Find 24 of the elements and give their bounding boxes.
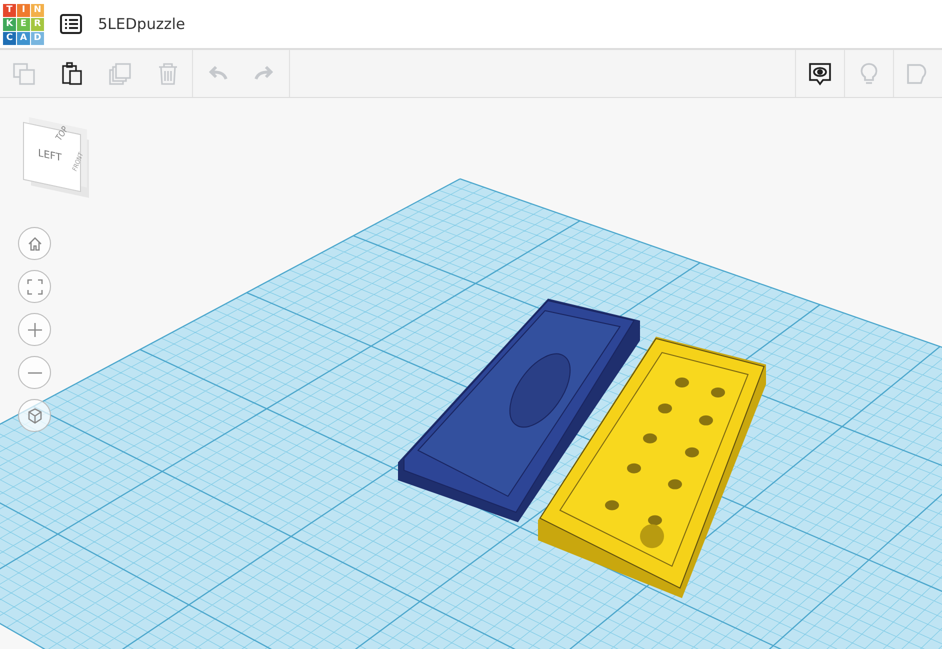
logo-letter: N (31, 4, 44, 16)
logo-letter: C (3, 32, 16, 44)
eye-speech-icon (807, 60, 833, 86)
logo-letter: R (31, 18, 44, 30)
logo-letter: E (17, 18, 30, 30)
ortho-icon (26, 406, 44, 424)
design-title[interactable]: 5LEDpuzzle (98, 15, 186, 33)
zoom-in-button[interactable] (18, 313, 51, 346)
zoom-out-button[interactable] (18, 356, 51, 389)
logo-letter: K (3, 18, 16, 30)
logo-letter: A (17, 32, 30, 44)
clipboard-icon (59, 60, 85, 86)
logo-letter: T (3, 4, 16, 16)
menu-button[interactable] (58, 12, 84, 36)
list-icon (60, 14, 82, 34)
zoom-in-icon (26, 320, 44, 338)
copy-icon (11, 60, 37, 86)
duplicate-icon (107, 60, 133, 86)
logo-letter: I (17, 4, 30, 16)
fit-view-button[interactable] (18, 270, 51, 303)
home-button[interactable] (18, 227, 51, 260)
cube-left-label: LEFT (38, 148, 62, 164)
fit-icon (26, 278, 44, 296)
logo-letter: D (31, 32, 44, 44)
